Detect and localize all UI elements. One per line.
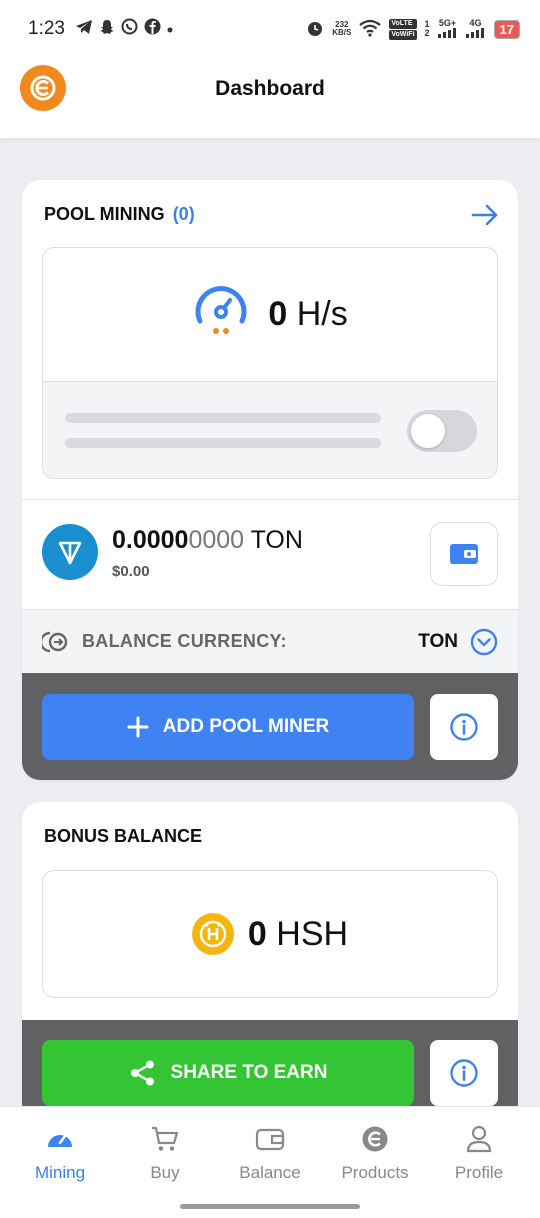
- hashrate-panel: 0 H/s: [42, 247, 498, 479]
- placeholder-line: [65, 413, 381, 423]
- ton-amount-fraction: 0000: [188, 526, 245, 554]
- signal-bars-icon: [465, 27, 484, 38]
- ton-amount: 0.00000000 TON: [112, 526, 303, 555]
- nav-label-profile: Profile: [454, 1163, 504, 1182]
- status-right: 232 KB/S VoLTE VoWiFi 1 2 5G+ 4G 17: [306, 17, 520, 40]
- balance-currency-row[interactable]: BALANCE CURRENCY: TON: [22, 609, 518, 673]
- bonus-number: 0: [247, 914, 267, 953]
- snapchat-icon: [99, 19, 115, 40]
- bonus-unit: HSH: [276, 914, 349, 953]
- nav-label-balance: Balance: [239, 1163, 301, 1182]
- speedometer-icon: [48, 1134, 72, 1147]
- speedometer-icon: [192, 283, 250, 346]
- currency-value: TON: [418, 631, 458, 652]
- pool-mining-card: POOL MINING (0) 0 H/s 0.00000000 TON $0.…: [22, 180, 518, 780]
- pool-mining-arrow-right-icon[interactable]: [470, 200, 500, 230]
- volte-badge: VoLTE: [389, 18, 417, 29]
- status-time: 1:23: [28, 18, 65, 39]
- nav-item-profile[interactable]: Profile: [429, 1125, 529, 1183]
- cart-icon: [152, 1126, 179, 1151]
- pool-mining-title: POOL MINING: [44, 204, 165, 224]
- info-icon: [450, 1059, 478, 1087]
- pool-mining-heading: POOL MINING (0): [44, 204, 195, 225]
- add-pool-miner-button[interactable]: ADD POOL MINER: [42, 694, 414, 760]
- wallet-icon: [450, 544, 478, 564]
- wallet-button[interactable]: [430, 522, 498, 586]
- hashrate-value: 0 H/s: [268, 295, 347, 334]
- ton-amount-main: 0.0000: [112, 526, 189, 554]
- bonus-info-button[interactable]: [430, 1040, 498, 1106]
- bonus-balance-title: BONUS BALANCE: [44, 826, 203, 846]
- status-bar: 1:23 232 KB/S VoLTE VoWiFi 1 2 5G+ 4G 17: [0, 0, 540, 58]
- pool-mining-actions: ADD POOL MINER: [22, 673, 518, 780]
- bonus-balance-heading: BONUS BALANCE: [44, 826, 202, 847]
- mining-toggle[interactable]: [407, 410, 477, 452]
- add-pool-miner-label: ADD POOL MINER: [162, 716, 330, 737]
- user-icon: [466, 1125, 492, 1153]
- wifi-icon: [359, 19, 382, 40]
- info-icon: [450, 713, 478, 741]
- network-5g-label: 5G+: [438, 17, 457, 28]
- sim-numbers: 1 2: [425, 20, 430, 38]
- app-header: Dashboard: [0, 58, 540, 138]
- app-logo-icon[interactable]: [20, 65, 66, 111]
- pool-mining-info-button[interactable]: [430, 694, 498, 760]
- network-4g-label: 4G: [469, 17, 482, 28]
- signal-5g: 5G+: [437, 17, 458, 40]
- wallet-icon: [255, 1128, 285, 1151]
- page-title: Dashboard: [215, 77, 325, 100]
- nav-item-products[interactable]: Products: [325, 1125, 425, 1183]
- whatsapp-icon: [121, 18, 138, 40]
- vowifi-badge: VoWiFi: [389, 29, 417, 40]
- battery-indicator: 17: [493, 19, 520, 39]
- hashrate-unit: H/s: [296, 295, 348, 333]
- sim2-label: 2: [424, 28, 430, 38]
- ton-usd-value: $0.00: [112, 563, 150, 580]
- volte-badges: VoLTE VoWiFi: [389, 18, 417, 40]
- placeholder-line: [65, 438, 381, 448]
- nav-label-mining: Mining: [34, 1163, 86, 1182]
- nav-item-buy[interactable]: Buy: [115, 1125, 215, 1183]
- status-left: 1:23: [28, 18, 173, 40]
- hashrate-display: 0 H/s: [43, 248, 497, 381]
- hashrate-number: 0: [268, 295, 288, 333]
- ton-unit: TON: [250, 526, 303, 554]
- currency-exchange-icon: [39, 630, 70, 659]
- currency-label: BALANCE CURRENCY:: [82, 631, 287, 651]
- bonus-balance-panel: 0 HSH: [42, 870, 498, 998]
- net-speed-unit: KB/S: [332, 28, 352, 37]
- share-icon: [130, 1060, 154, 1086]
- bonus-balance-card: BONUS BALANCE 0 HSH SHARE TO EARN: [22, 802, 518, 1122]
- pool-mining-count: (0): [172, 204, 195, 224]
- nav-label-buy: Buy: [150, 1163, 180, 1182]
- telegram-icon: [75, 19, 93, 40]
- share-to-earn-label: SHARE TO EARN: [170, 1062, 328, 1083]
- ton-balance-row: 0.00000000 TON $0.00: [22, 500, 518, 608]
- nav-item-balance[interactable]: Balance: [220, 1125, 320, 1183]
- products-logo-icon: [362, 1126, 388, 1152]
- bottom-navigation: Mining Buy Balance Products Profile: [0, 1106, 540, 1218]
- mining-toggle-row: [43, 381, 497, 478]
- toggle-knob: [411, 414, 445, 448]
- bonus-value: 0 HSH: [248, 915, 348, 954]
- chevron-down-icon[interactable]: [470, 628, 498, 656]
- plus-icon: [127, 716, 149, 738]
- signal-4g: 4G: [465, 17, 486, 40]
- nav-label-products: Products: [341, 1163, 409, 1182]
- dot-icon: [167, 20, 173, 38]
- share-to-earn-button[interactable]: SHARE TO EARN: [42, 1040, 414, 1106]
- net-speed: 232 KB/S: [332, 21, 351, 37]
- alarm-icon: [306, 19, 324, 40]
- ton-logo-icon: [42, 524, 98, 580]
- home-indicator[interactable]: [180, 1204, 360, 1209]
- hsh-coin-icon: [191, 913, 234, 955]
- facebook-icon: [144, 18, 161, 40]
- nav-item-mining[interactable]: Mining: [10, 1125, 110, 1183]
- signal-bars-icon: [437, 27, 456, 38]
